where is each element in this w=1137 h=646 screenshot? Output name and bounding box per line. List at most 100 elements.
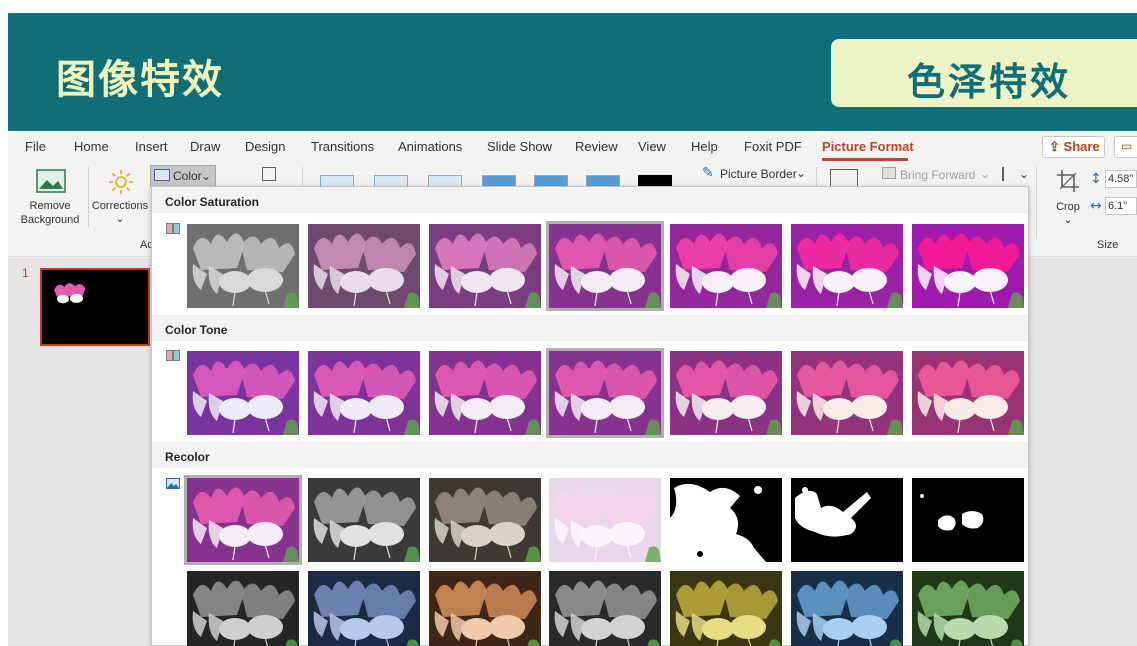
color-button[interactable]: Color ⌄ <box>150 165 216 187</box>
color-option-thumbnail[interactable] <box>429 351 541 435</box>
color-option-thumbnail[interactable] <box>791 224 903 308</box>
align-icon[interactable] <box>1002 167 1016 181</box>
thumbnail-image <box>670 478 782 562</box>
remove-background-button[interactable]: Remove Background <box>14 165 86 233</box>
thumbnail-image <box>670 351 782 435</box>
chevron-down-icon: ⌄ <box>201 169 212 183</box>
width-input[interactable]: 6.1" <box>1105 197 1137 215</box>
tone-icon <box>166 350 180 361</box>
bring-forward-button[interactable]: Bring Forward ⌄ <box>882 167 990 183</box>
share-button[interactable]: ⇪ Share <box>1042 136 1105 158</box>
tab-foxit-pdf[interactable]: Foxit PDF <box>744 139 802 154</box>
tab-slide-show[interactable]: Slide Show <box>487 139 552 154</box>
picture-border-button[interactable]: ✎ Picture Border ⌄ <box>702 165 806 183</box>
tab-transitions[interactable]: Transitions <box>311 139 374 154</box>
thumbnail-image <box>308 351 420 435</box>
color-option-thumbnail[interactable] <box>912 478 1024 562</box>
thumbnail-image <box>308 478 420 562</box>
color-option-thumbnail[interactable] <box>308 478 420 562</box>
sun-icon <box>109 170 133 194</box>
corrections-label: Corrections <box>91 200 149 212</box>
menu-bar: File Home Insert Draw Design Transitions… <box>8 131 1137 161</box>
chevron-down-icon: ⌄ <box>980 167 991 181</box>
color-option-thumbnail[interactable] <box>912 224 1024 308</box>
slide-thumbnail[interactable] <box>40 268 150 346</box>
height-icon: ↕ <box>1090 171 1102 187</box>
color-option-thumbnail[interactable] <box>912 351 1024 435</box>
thumbnail-image <box>187 351 299 435</box>
color-option-thumbnail[interactable] <box>670 224 782 308</box>
share-label: Share <box>1063 139 1100 154</box>
color-option-thumbnail[interactable] <box>429 478 541 562</box>
comments-button[interactable]: ▭ <box>1114 136 1137 158</box>
thumbnail-image <box>791 478 903 562</box>
crop-icon <box>1057 170 1079 192</box>
comment-icon: ▭ <box>1121 139 1133 153</box>
color-option-thumbnail[interactable] <box>429 224 541 308</box>
thumbnail-image <box>912 571 1024 646</box>
bring-forward-label: Bring Forward <box>900 168 976 182</box>
tab-insert[interactable]: Insert <box>135 139 168 154</box>
color-gallery-dropdown: Color Saturation Color Tone Recolor <box>151 186 1029 646</box>
color-option-thumbnail[interactable] <box>670 571 782 646</box>
color-option-thumbnail[interactable] <box>546 348 664 438</box>
thumbnail-image <box>429 224 541 308</box>
size-group-label: Size <box>1097 239 1119 251</box>
color-option-thumbnail[interactable] <box>549 478 661 562</box>
thumbnail-image <box>308 571 420 646</box>
color-option-thumbnail[interactable] <box>187 224 299 308</box>
saturation-icon <box>166 223 180 234</box>
thumbnail-image <box>549 478 661 562</box>
tab-home[interactable]: Home <box>74 139 109 154</box>
recolor-icon <box>166 478 180 489</box>
crop-button[interactable]: Crop ⌄ <box>1048 165 1088 227</box>
tab-picture-format[interactable]: Picture Format <box>822 139 914 154</box>
color-option-thumbnail[interactable] <box>308 351 420 435</box>
color-option-thumbnail[interactable] <box>187 571 299 646</box>
color-option-thumbnail[interactable] <box>670 478 782 562</box>
color-option-thumbnail[interactable] <box>791 351 903 435</box>
thumbnail-image <box>791 351 903 435</box>
chevron-down-icon: ⌄ <box>796 166 807 180</box>
color-option-thumbnail[interactable] <box>308 224 420 308</box>
tab-file[interactable]: File <box>25 139 46 154</box>
color-option-thumbnail[interactable] <box>791 571 903 646</box>
tab-view[interactable]: View <box>638 139 666 154</box>
color-option-thumbnail[interactable] <box>429 571 541 646</box>
thumbnail-image <box>429 571 541 646</box>
banner-subtitle: 色泽特效 <box>907 60 1072 104</box>
tab-review[interactable]: Review <box>575 139 618 154</box>
chevron-down-icon: ⌄ <box>115 213 125 225</box>
color-option-thumbnail[interactable] <box>308 571 420 646</box>
color-option-thumbnail[interactable] <box>791 478 903 562</box>
color-option-thumbnail[interactable] <box>912 571 1024 646</box>
thumbnail-image <box>549 571 661 646</box>
pen-icon: ✎ <box>702 165 714 181</box>
tab-draw[interactable]: Draw <box>190 139 220 154</box>
artistic-effects-icon[interactable] <box>262 167 276 181</box>
thumbnail-image <box>791 224 903 308</box>
color-option-thumbnail[interactable] <box>549 571 661 646</box>
remove-background-icon <box>36 169 66 193</box>
slide-thumbnail-image <box>42 270 148 344</box>
remove-background-label-1: Remove <box>29 200 71 212</box>
thumbnail-image <box>670 571 782 646</box>
tab-help[interactable]: Help <box>691 139 718 154</box>
section-header-color-saturation: Color Saturation <box>152 187 1028 213</box>
color-option-thumbnail[interactable] <box>184 475 302 565</box>
tab-animations[interactable]: Animations <box>398 139 462 154</box>
ribbon-separator <box>88 167 89 227</box>
color-option-thumbnail[interactable] <box>187 351 299 435</box>
color-label: Color <box>173 169 202 183</box>
color-option-thumbnail[interactable] <box>546 221 664 311</box>
title-banner: 图像特效 色泽特效 <box>8 13 1137 131</box>
height-input[interactable]: 4.58" <box>1105 170 1137 188</box>
color-option-thumbnail[interactable] <box>670 351 782 435</box>
thumbnail-image <box>791 571 903 646</box>
corrections-button[interactable]: Corrections ⌄ <box>90 165 150 233</box>
tab-design[interactable]: Design <box>245 139 285 154</box>
remove-background-label-2: Background <box>20 214 80 226</box>
thumbnail-image <box>549 224 661 308</box>
section-header-color-tone: Color Tone <box>152 315 1028 341</box>
thumbnail-image <box>670 224 782 308</box>
